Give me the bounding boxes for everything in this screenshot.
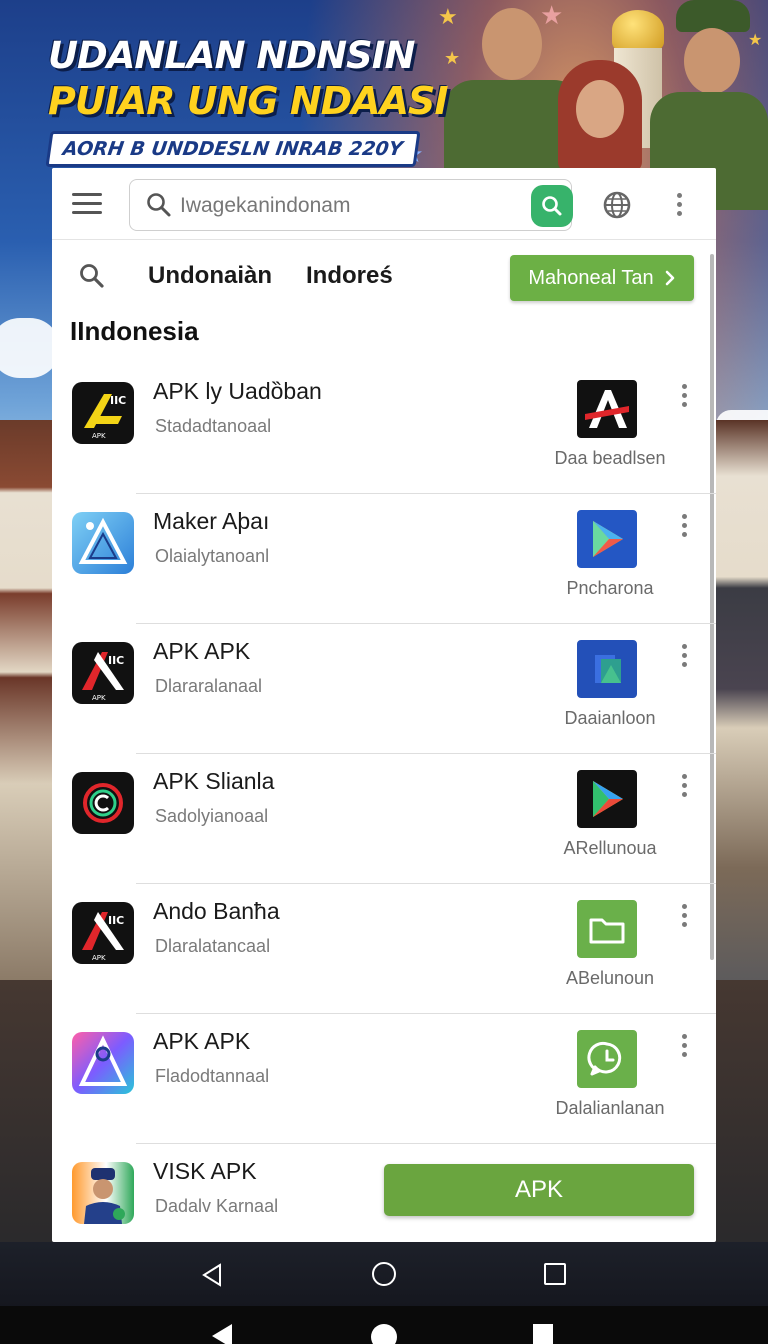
police-avatar-icon bbox=[72, 1162, 134, 1224]
section-title: IIndonesia bbox=[70, 316, 199, 346]
apk-logo-red-icon: IIC APK bbox=[72, 902, 134, 964]
globe-icon[interactable] bbox=[602, 190, 632, 225]
svg-text:IIC: IIC bbox=[108, 914, 124, 927]
search-icon[interactable] bbox=[78, 262, 106, 295]
more-vert-icon[interactable] bbox=[679, 514, 689, 537]
right-label: Dalalianlanan bbox=[555, 1098, 665, 1118]
promo-banner: UDANLAN NDNSIN PUIAR UNG NDAASI AORH B U… bbox=[45, 34, 449, 167]
play-store-logo-dark-icon[interactable] bbox=[577, 770, 637, 828]
back-icon[interactable] bbox=[212, 1324, 232, 1344]
search-input[interactable]: Iwagekanindonam bbox=[129, 179, 573, 231]
search-icon bbox=[542, 196, 562, 216]
cloud bbox=[0, 318, 60, 378]
app-subtitle: Stadadtanoaal bbox=[155, 416, 272, 436]
more-vert-icon[interactable] bbox=[679, 644, 689, 667]
sub-navigation: Undonaiàn Indoreś Mahoneal Tan bbox=[52, 248, 716, 308]
menu-icon[interactable] bbox=[72, 193, 102, 215]
home-icon[interactable] bbox=[372, 1262, 396, 1286]
apk-download-button[interactable]: APK bbox=[384, 1164, 694, 1216]
list-item[interactable]: IIC APK APK ly Uadȍban Stadadtanoaal Daa … bbox=[52, 364, 716, 494]
more-vert-icon[interactable] bbox=[679, 384, 689, 407]
list-item[interactable]: IIC APK Ando Banħa Dlaralatancaal ABeluno… bbox=[52, 884, 716, 1014]
chevron-right-icon bbox=[665, 270, 674, 286]
house-left bbox=[0, 420, 60, 980]
c-ring-logo-icon bbox=[72, 772, 134, 834]
more-vert-icon[interactable] bbox=[674, 193, 684, 216]
app-name: Maker Aþaı bbox=[153, 508, 270, 534]
svg-text:APK: APK bbox=[92, 694, 106, 702]
app-name: VISK APK bbox=[153, 1158, 257, 1184]
banner-headline-secondary: PUIAR UNG NDAASI bbox=[48, 79, 449, 123]
svg-text:IIC: IIC bbox=[108, 654, 124, 667]
app-name: Ando Banħa bbox=[153, 898, 280, 924]
svg-text:APK: APK bbox=[92, 432, 106, 440]
app-subtitle: Dadalv Karnaal bbox=[155, 1196, 279, 1216]
banner-subtitle: AORH B UNDDESLN INRAB 220Y bbox=[45, 131, 421, 167]
app-name: APK ly Uadȍban bbox=[153, 378, 322, 404]
apk-logo-red-icon: IIC APK bbox=[72, 642, 134, 704]
play-store-logo-icon[interactable] bbox=[577, 510, 637, 568]
folder-logo-icon[interactable] bbox=[577, 900, 637, 958]
tab-undonaian[interactable]: Undonaiàn bbox=[148, 262, 272, 290]
right-label: Pncharona bbox=[566, 578, 654, 598]
app-subtitle: Olaialytanoanl bbox=[155, 546, 270, 566]
right-label: Daaianloon bbox=[564, 708, 656, 728]
search-icon bbox=[146, 192, 172, 223]
app-name: APK APK bbox=[153, 638, 251, 664]
app-store-panel: Iwagekanindonam Undonaiàn Indoreś Mahone… bbox=[52, 168, 716, 1242]
search-submit-button[interactable] bbox=[531, 185, 573, 227]
list-item[interactable]: APK APK Fladodtannaal Dalalianlanan bbox=[52, 1014, 716, 1144]
home-icon[interactable] bbox=[371, 1324, 397, 1344]
whatsapp-logo-icon[interactable] bbox=[577, 1030, 637, 1088]
app-subtitle: Dlaralatancaal bbox=[155, 936, 271, 956]
banner-headline: UDANLAN NDNSIN bbox=[48, 34, 415, 77]
more-vert-icon[interactable] bbox=[679, 774, 689, 797]
svg-text:IIC: IIC bbox=[110, 394, 126, 407]
right-label: ARellunoua bbox=[563, 838, 657, 858]
app-name: APK Slianla bbox=[153, 768, 275, 794]
top-bar: Iwagekanindonam bbox=[52, 168, 716, 240]
back-icon[interactable] bbox=[200, 1262, 224, 1293]
woman-figure bbox=[540, 56, 660, 172]
mahoneal-tan-button[interactable]: Mahoneal Tan bbox=[510, 255, 694, 301]
more-vert-icon[interactable] bbox=[679, 904, 689, 927]
secondary-navigation-bar bbox=[0, 1306, 768, 1344]
app-list: IIC APK APK ly Uadȍban Stadadtanoaal Daa … bbox=[52, 364, 716, 1242]
recents-icon[interactable] bbox=[533, 1324, 553, 1344]
blue-a-logo-icon bbox=[72, 512, 134, 574]
list-item[interactable]: IIC APK APK APK Dlararalanaal Daaianloon bbox=[52, 624, 716, 754]
right-label: Daa beadlsen bbox=[554, 448, 666, 468]
files-logo-icon[interactable] bbox=[577, 640, 637, 698]
search-placeholder: Iwagekanindonam bbox=[180, 194, 351, 217]
app-name: APK APK bbox=[153, 1028, 251, 1054]
system-navigation-bar bbox=[0, 1242, 768, 1306]
app-subtitle: Fladodtannaal bbox=[155, 1066, 270, 1086]
list-item[interactable]: APK Slianla Sadolyianoaal ARellunoua bbox=[52, 754, 716, 884]
app-subtitle: Dlararalanaal bbox=[155, 676, 263, 696]
tab-indores[interactable]: Indoreś bbox=[306, 262, 393, 290]
red-a-logo-icon[interactable] bbox=[577, 380, 637, 438]
list-item[interactable]: Maker Aþaı Olaialytanoanl Pncharona bbox=[52, 494, 716, 624]
recents-icon[interactable] bbox=[544, 1263, 566, 1285]
app-subtitle: Sadolyianoaal bbox=[155, 806, 269, 826]
house-right bbox=[712, 420, 768, 980]
right-label: ABelunoun bbox=[565, 968, 655, 988]
gradient-a-logo-icon bbox=[72, 1032, 134, 1094]
more-vert-icon[interactable] bbox=[679, 1034, 689, 1057]
svg-text:APK: APK bbox=[92, 954, 106, 962]
apk-logo-yellow-icon: IIC APK bbox=[72, 382, 134, 444]
mahoneal-tan-label: Mahoneal Tan bbox=[528, 266, 654, 289]
